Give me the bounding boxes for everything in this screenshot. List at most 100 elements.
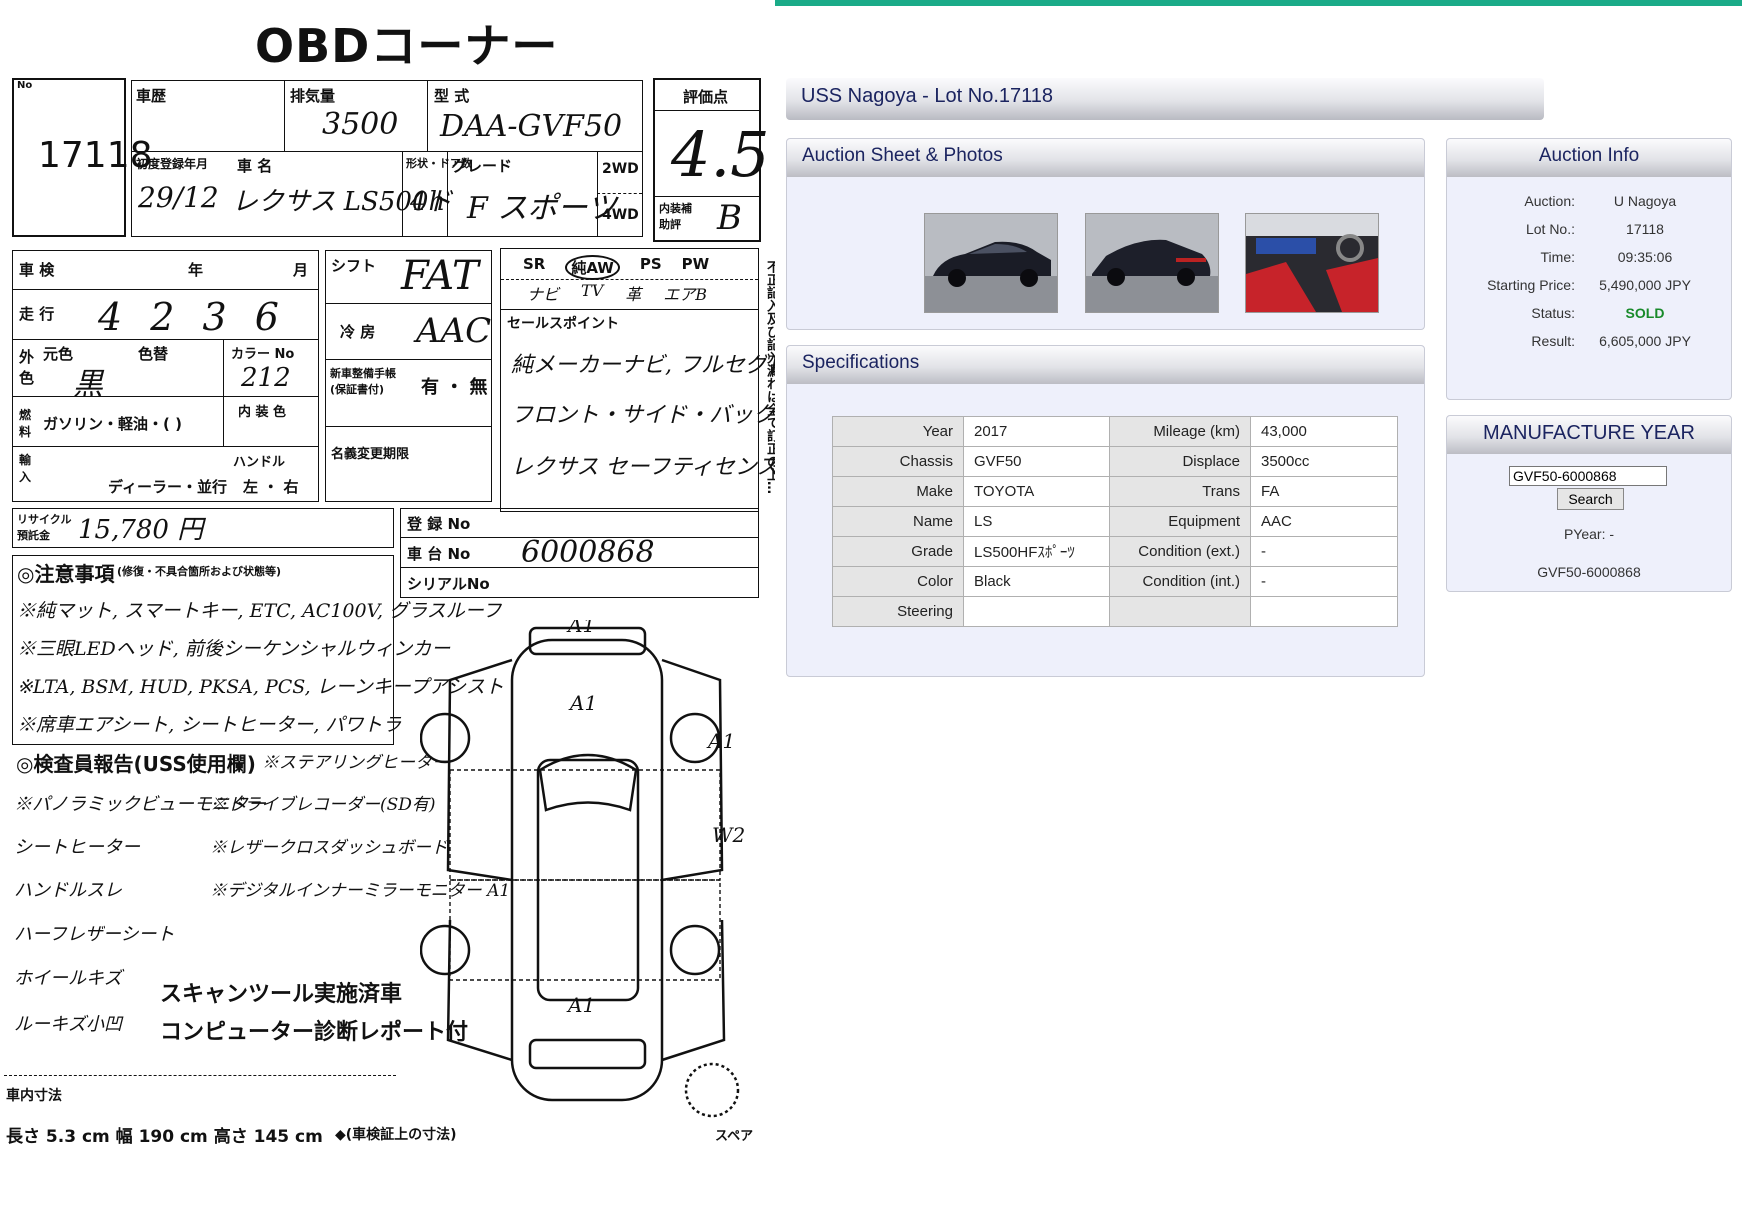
chassis-no-handwritten: 6000868 (521, 535, 655, 570)
spec-key-cell: Name (832, 506, 964, 537)
diagram-mark-w2: W2 (712, 823, 745, 847)
auction-info-value: U Nagoya (1613, 193, 1677, 209)
auction-sheet-image[interactable]: OBDコーナー No 17118 車歴 排気量 3500 型 式 DAA-GVF… (0, 0, 775, 1150)
auction-info-value: 17118 (1626, 221, 1664, 237)
dimensions: 長さ 5.3 cm 幅 190 cm 高さ 145 cm (6, 1127, 323, 1147)
diagram-mark-hood: A1 (568, 691, 597, 715)
grade-handwritten: F スポーツ (467, 191, 617, 226)
spec-value-cell: AAC (1250, 506, 1398, 537)
recycle-handwritten: 15,780 円 (78, 515, 204, 545)
spec-key-cell: Condition (ext.) (1109, 536, 1251, 567)
specifications-heading: Specifications (787, 346, 1424, 384)
spec-value-cell: 2017 (963, 416, 1110, 447)
spec-row: Chassis GVF50 Displace 3500cc (832, 446, 1398, 477)
ac-handwritten: AAC (416, 311, 492, 351)
displacement-handwritten: 3500 (322, 107, 399, 142)
spec-row: Steering (832, 596, 1398, 627)
pyear-text: PYear: - (1563, 526, 1615, 542)
spec-row: Grade LS500HFｽﾎﾟｰﾂ Condition (ext.) - (832, 536, 1398, 567)
spec-value-cell: LS500HFｽﾎﾟｰﾂ (963, 536, 1110, 567)
int-score-handwritten: B (717, 198, 742, 238)
top-accent-bar (775, 0, 1742, 6)
auction-info-row: Result: 6,605,000 JPY (1447, 333, 1727, 353)
spec-value-cell: FA (1250, 476, 1398, 507)
shift-ac-grid: シフト FAT 冷 房 AAC 新車整備手帳(保証書付) 有 ・ 無 名義変更期… (325, 250, 492, 502)
spec-value-cell: TOYOTA (963, 476, 1110, 507)
registration-box: 登 録 No 車 台 No 6000868 シリアルNo (400, 508, 759, 598)
shift-handwritten: FAT (401, 253, 479, 299)
spec-row: Make TOYOTA Trans FA (832, 476, 1398, 507)
diagram-mark-roof-a1: A1 (566, 620, 595, 637)
equipment-sales-grid: SR 純AW PS PW ナビ TV 革エアB セールスポイント 純メーカーナビ, フルセ… (500, 248, 775, 512)
equipment-row-1: SR 純AW PS PW (523, 255, 709, 280)
sales-point-2: フロント・サイド・バックモニター (511, 403, 775, 428)
car-condition-diagram: A1 A1 A1 W2 A1 (420, 620, 745, 1118)
inspector-heading: ◎検査員報告(USS使用欄) (16, 752, 256, 776)
spec-value-cell: GVF50 (963, 446, 1110, 477)
auction-info-value: 6,605,000 JPY (1599, 333, 1691, 349)
sales-point-3: レクサス セーフティセンス (511, 455, 775, 480)
chassis-search-input[interactable] (1509, 466, 1667, 486)
diagram-mark-rear-a1: A1 (566, 993, 595, 1017)
sales-point-1: 純メーカーナビ, フルセグTV (511, 353, 775, 378)
spec-key-cell: Steering (832, 596, 964, 627)
sheet-side-note: 不正記入及び記入漏れは全て訂正の上… (764, 260, 775, 494)
score-box: 評価点 4.5 内装補助評 B (653, 78, 770, 242)
spec-value-cell: - (1250, 536, 1398, 567)
notes-box: ◎注意事項 (修復・不具合箇所および状態等) ※純マット, スマートキー, ET… (12, 555, 504, 745)
spec-row: Year 2017 Mileage (km) 43,000 (832, 416, 1398, 447)
spec-key-cell: Condition (int.) (1109, 566, 1251, 597)
manufacture-year-panel: MANUFACTURE YEAR Search PYear: - GVF50-6… (1446, 415, 1732, 592)
spec-row: Color Black Condition (int.) - (832, 566, 1398, 597)
specifications-table: Year 2017 Mileage (km) 43,000 Chassis GVF50 Di… (832, 416, 1398, 627)
status-badge: SOLD (1625, 305, 1665, 321)
reg-date-handwritten: 29/12 (138, 181, 219, 214)
auction-info-label: Lot No.: (1525, 221, 1575, 237)
auction-info-label: Auction: (1524, 193, 1575, 209)
spec-value-cell (963, 596, 1110, 627)
spec-key-cell: Chassis (832, 446, 964, 477)
car-front-side-photo[interactable] (924, 213, 1058, 313)
equipment-row-2: ナビ TV 革エアB (527, 281, 708, 304)
manufacture-year-heading: MANUFACTURE YEAR (1447, 416, 1731, 454)
specifications-panel: Specifications Year 2017 Mileage (km) 43,00… (786, 345, 1425, 677)
sheet-photos-heading: Auction Sheet & Photos (787, 139, 1424, 177)
spare-label: スペア (715, 1129, 754, 1144)
auction-info-value: 5,490,000 JPY (1599, 277, 1691, 293)
sheet-photos-panel: Auction Sheet & Photos (786, 138, 1425, 330)
spec-value-cell (1250, 596, 1398, 627)
spec-key-cell: Equipment (1109, 506, 1251, 537)
spec-value-cell: Black (963, 566, 1110, 597)
spec-value-cell: - (1250, 566, 1398, 597)
spec-key-cell: Color (832, 566, 964, 597)
spec-key-cell: Mileage (km) (1109, 416, 1251, 447)
auction-info-row: Starting Price: 5,490,000 JPY (1447, 277, 1727, 297)
vehicle-info-grid: 車歴 排気量 3500 型 式 DAA-GVF50 初度登録年月 29/12 車… (131, 80, 643, 237)
lot-box: No 17118 (12, 78, 153, 237)
spec-key-cell: Year (832, 416, 964, 447)
auction-info-row: Auction: U Nagoya (1447, 193, 1727, 213)
condition-grid: 車 検 年 月 走 行 4 2 3 6 外色 元色 黒 色替 カラー No 21… (12, 250, 319, 502)
auction-info-label: Status: (1531, 305, 1575, 321)
car-rear-side-photo[interactable] (1085, 213, 1219, 313)
auction-info-value: 09:35:06 (1617, 249, 1673, 265)
score-handwritten: 4.5 (671, 118, 770, 191)
spec-value-cell: LS (963, 506, 1110, 537)
model-handwritten: DAA-GVF50 (440, 109, 623, 144)
auction-info-heading: Auction Info (1447, 139, 1731, 177)
spec-key-cell: Make (832, 476, 964, 507)
diagram-mark-right-a1: A1 (706, 729, 735, 753)
auction-info-panel: Auction Info Auction: U Nagoya Lot No.: 171… (1446, 138, 1732, 400)
auction-info-label: Starting Price: (1487, 277, 1575, 293)
spec-value-cell: 3500cc (1250, 446, 1398, 477)
auction-info-row: Status: SOLD (1447, 305, 1727, 325)
car-interior-photo[interactable] (1245, 213, 1379, 313)
spec-key-cell: Trans (1109, 476, 1251, 507)
spec-value-cell: 43,000 (1250, 416, 1398, 447)
search-button[interactable]: Search (1557, 488, 1624, 510)
spec-row: Name LS Equipment AAC (832, 506, 1398, 537)
auction-info-label: Time: (1540, 249, 1575, 265)
spec-key-cell: Grade (832, 536, 964, 567)
spec-key-cell: Displace (1109, 446, 1251, 477)
recycle-box: リサイクル預託金 15,780 円 (12, 508, 394, 548)
